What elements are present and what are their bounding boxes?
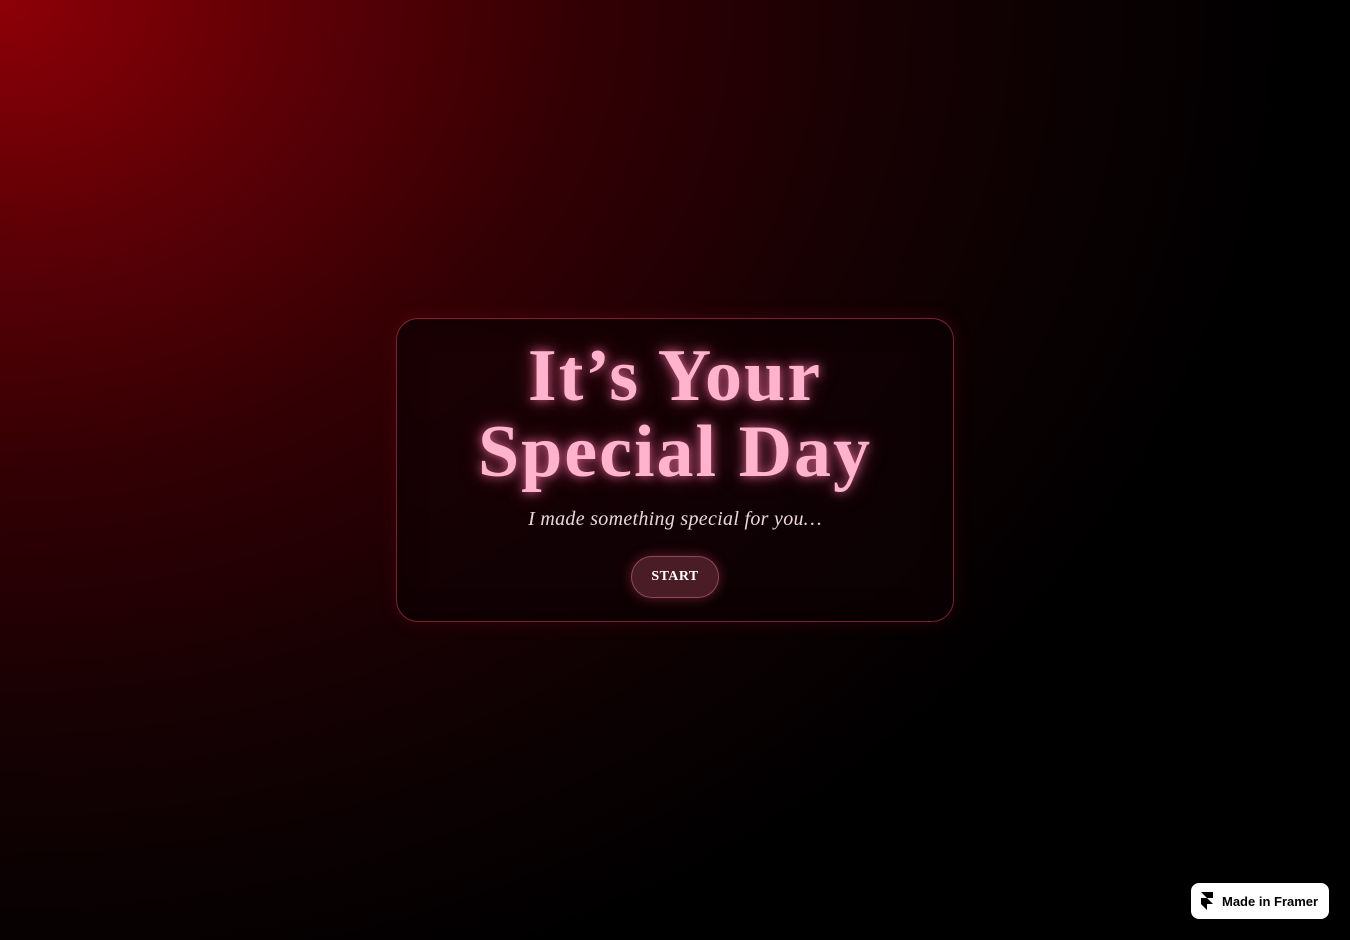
made-in-framer-badge[interactable]: Made in Framer <box>1191 883 1329 919</box>
subtitle: I made something special for you… <box>528 508 822 530</box>
title-line-1: It’s Your <box>527 335 823 417</box>
start-button[interactable]: START <box>631 556 719 598</box>
framer-logo-icon <box>1201 892 1213 910</box>
badge-label: Made in Framer <box>1222 893 1319 909</box>
title-line-2: Special Day <box>477 411 873 493</box>
page-title: It’s Your Special Day <box>0 338 1350 490</box>
